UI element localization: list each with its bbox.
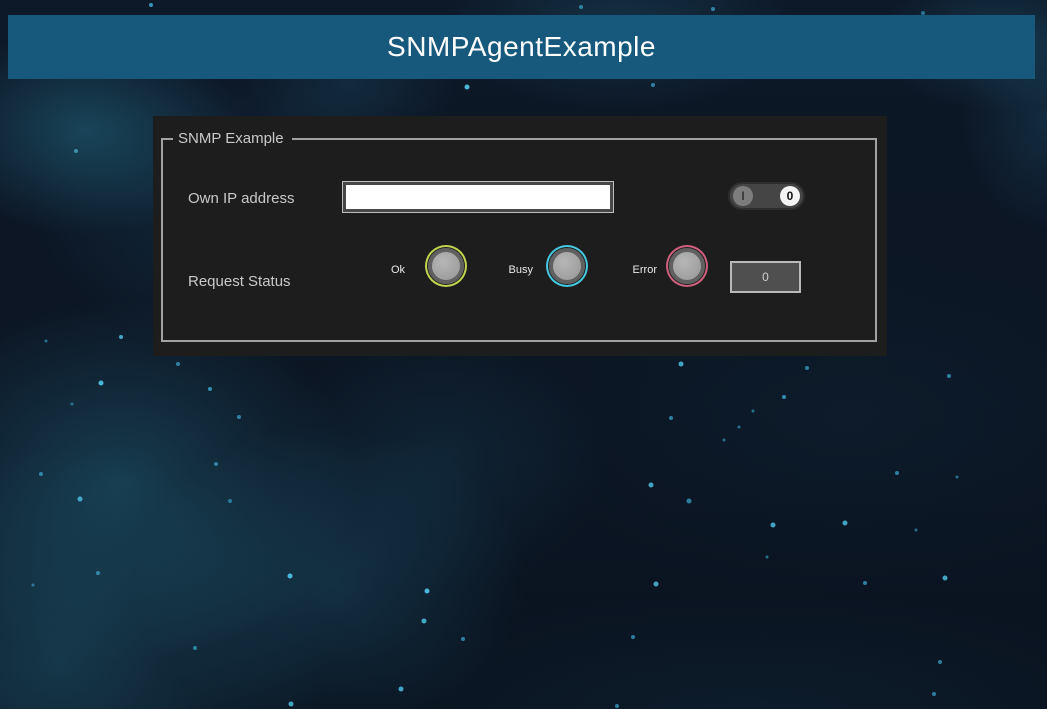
led-indicator-error bbox=[669, 248, 705, 284]
led-label-error: Error bbox=[607, 264, 657, 276]
snmp-example-groupbox: SNMP Example bbox=[161, 138, 877, 342]
particle-dots bbox=[0, 0, 2, 2]
power-toggle[interactable]: I 0 bbox=[728, 182, 805, 210]
desktop: { "header": { "title": "SNMPAgentExample… bbox=[0, 0, 1047, 709]
led-indicator-ok bbox=[428, 248, 464, 284]
own-ip-label: Own IP address bbox=[188, 190, 294, 207]
toggle-on-knob: I bbox=[733, 186, 753, 206]
led-label-ok: Ok bbox=[363, 264, 405, 276]
led-indicator-busy bbox=[549, 248, 585, 284]
page-title: SNMPAgentExample bbox=[387, 31, 656, 62]
own-ip-input[interactable] bbox=[343, 182, 613, 212]
request-count-display: 0 bbox=[730, 261, 801, 293]
groupbox-label: SNMP Example bbox=[173, 129, 292, 149]
led-label-busy: Busy bbox=[483, 264, 533, 276]
toggle-off-knob: 0 bbox=[780, 186, 800, 206]
snmp-panel: SNMP Example Own IP address I 0 Request … bbox=[153, 116, 887, 356]
request-status-label: Request Status bbox=[188, 273, 291, 290]
title-bar: SNMPAgentExample bbox=[8, 15, 1035, 79]
